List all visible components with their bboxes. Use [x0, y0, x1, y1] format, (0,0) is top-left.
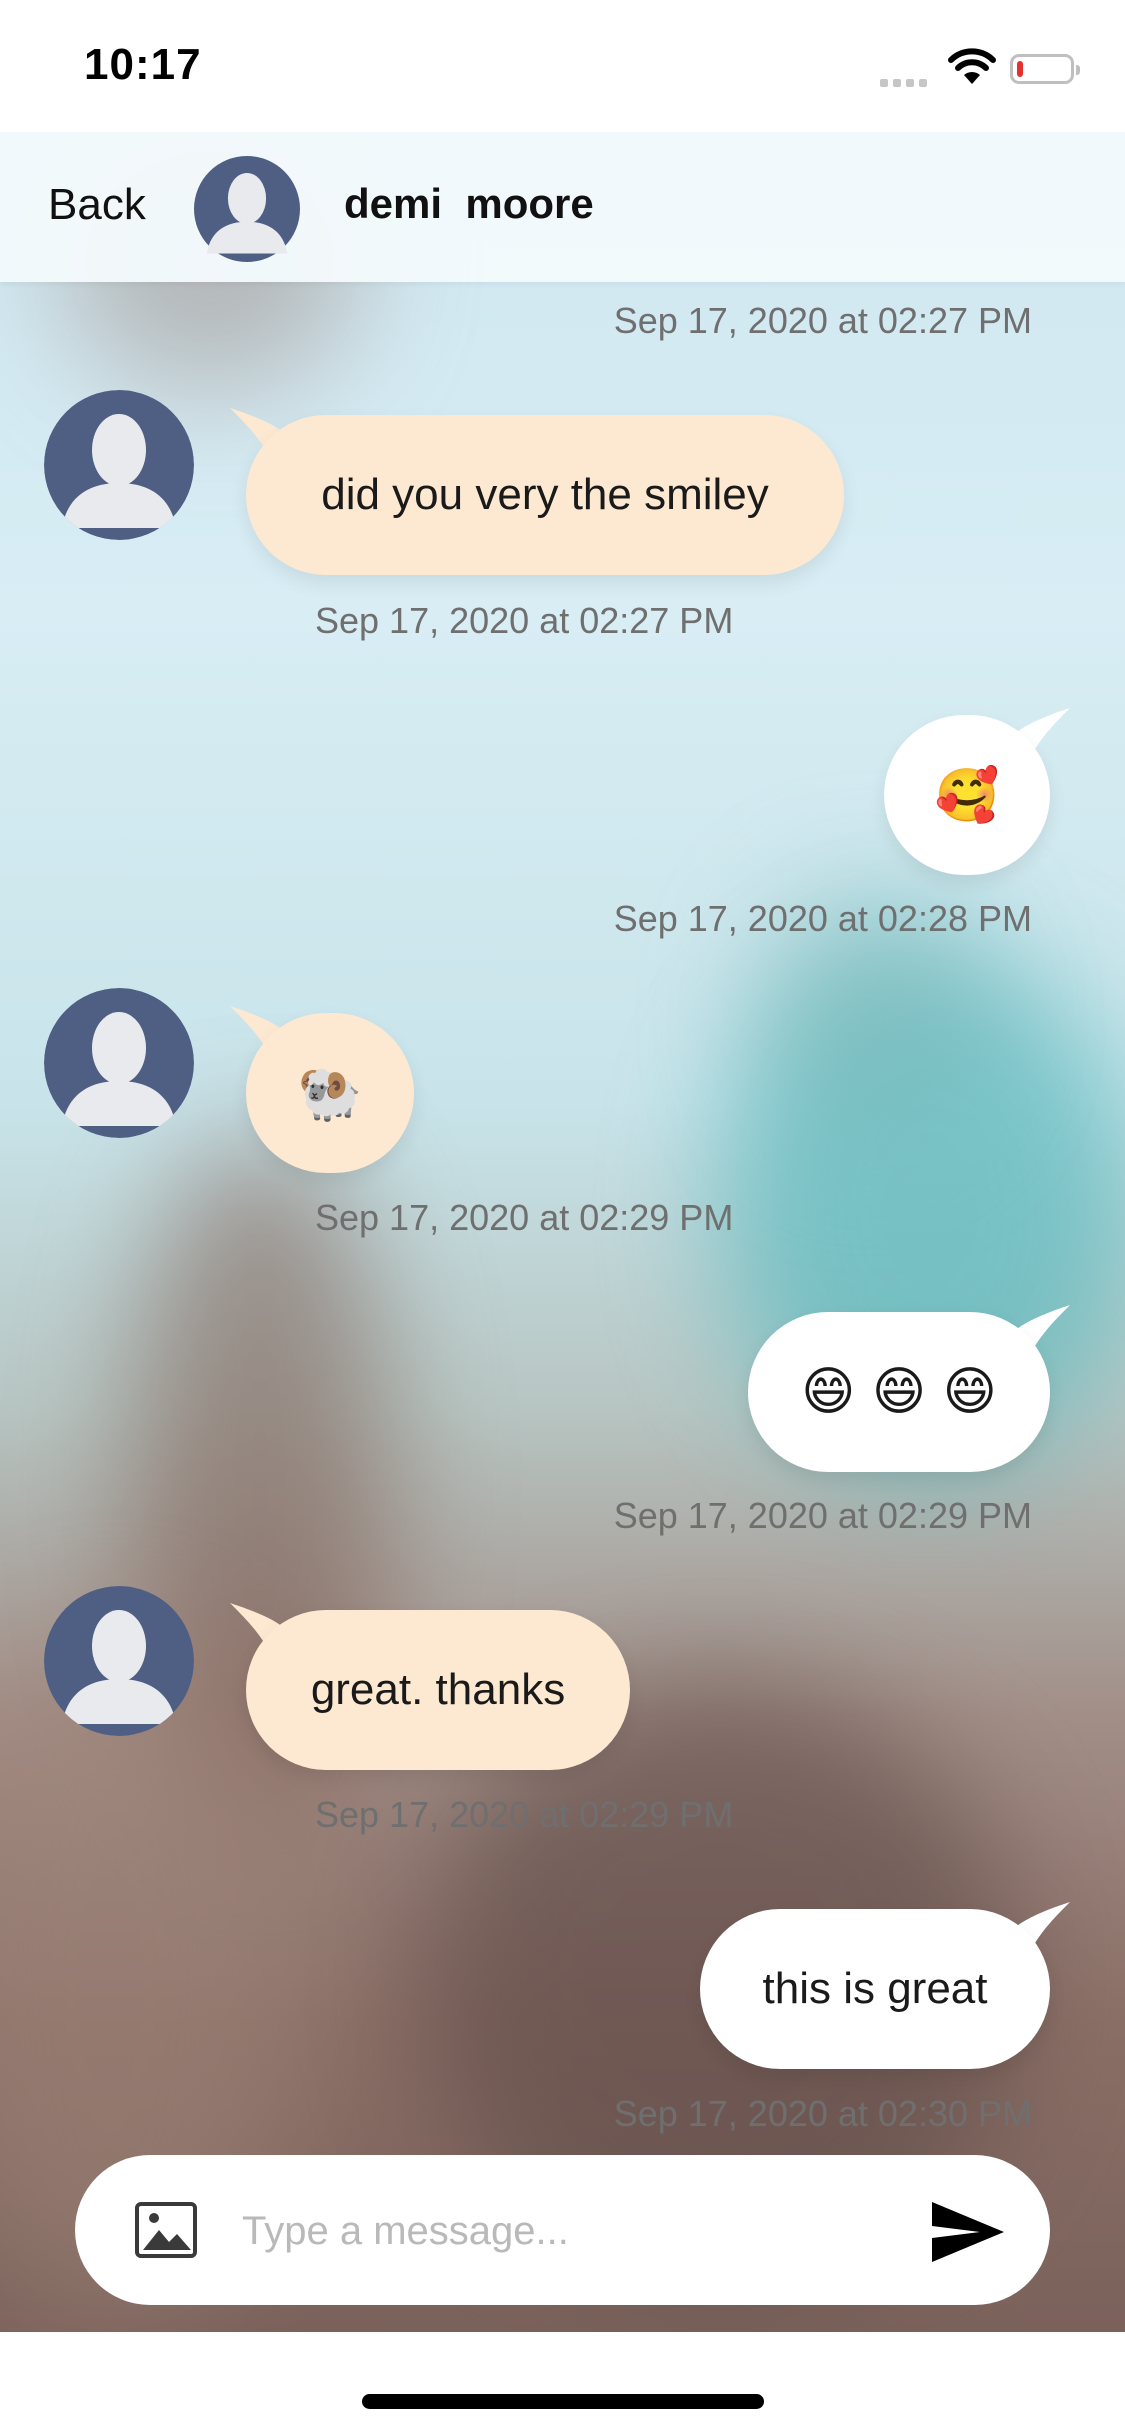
message-bubble-outgoing[interactable]: 😄 😄 😄	[748, 1312, 1050, 1472]
image-icon[interactable]	[135, 2202, 197, 2258]
send-icon[interactable]	[930, 2200, 1006, 2264]
message-input[interactable]	[240, 2195, 864, 2267]
chat-header: Back demi moore	[0, 132, 1125, 282]
message-composer	[75, 2155, 1050, 2305]
message-timestamp: Sep 17, 2020 at 02:29 PM	[315, 1794, 734, 1835]
back-button[interactable]: Back	[48, 180, 146, 230]
contact-name: demi moore	[344, 180, 594, 227]
contact-avatar[interactable]	[194, 156, 300, 262]
home-area	[0, 2332, 1125, 2436]
status-bar: 10:17	[0, 0, 1125, 132]
message-timestamp: Sep 17, 2020 at 02:29 PM	[613, 1495, 1032, 1536]
battery-icon	[1010, 54, 1080, 84]
message-bubble-outgoing[interactable]: this is great	[700, 1909, 1050, 2069]
message-timestamp: Sep 17, 2020 at 02:29 PM	[315, 1197, 734, 1238]
message-timestamp: Sep 17, 2020 at 02:27 PM	[315, 600, 734, 641]
message-timestamp: Sep 17, 2020 at 02:28 PM	[613, 898, 1032, 939]
message-timestamp: Sep 17, 2020 at 02:30 PM	[613, 2093, 1032, 2134]
message-timestamp: Sep 17, 2020 at 02:27 PM	[613, 300, 1032, 341]
message-bubble-outgoing[interactable]: 🥰	[884, 715, 1050, 875]
message-bubble-incoming[interactable]: great. thanks	[246, 1610, 630, 1770]
cellular-signal-icon	[880, 74, 932, 92]
avatar-icon	[44, 1586, 194, 1736]
sender-avatar	[44, 1586, 194, 1736]
message-bubble-incoming[interactable]: 🐏	[246, 1013, 414, 1173]
avatar-icon	[44, 390, 194, 540]
home-indicator[interactable]	[362, 2394, 764, 2409]
message-bubble-incoming[interactable]: did you very the smiley	[246, 415, 844, 575]
wifi-icon	[948, 48, 996, 84]
avatar-icon	[194, 156, 300, 262]
sender-avatar	[44, 390, 194, 540]
status-time: 10:17	[84, 40, 202, 89]
sender-avatar	[44, 988, 194, 1138]
avatar-icon	[44, 988, 194, 1138]
